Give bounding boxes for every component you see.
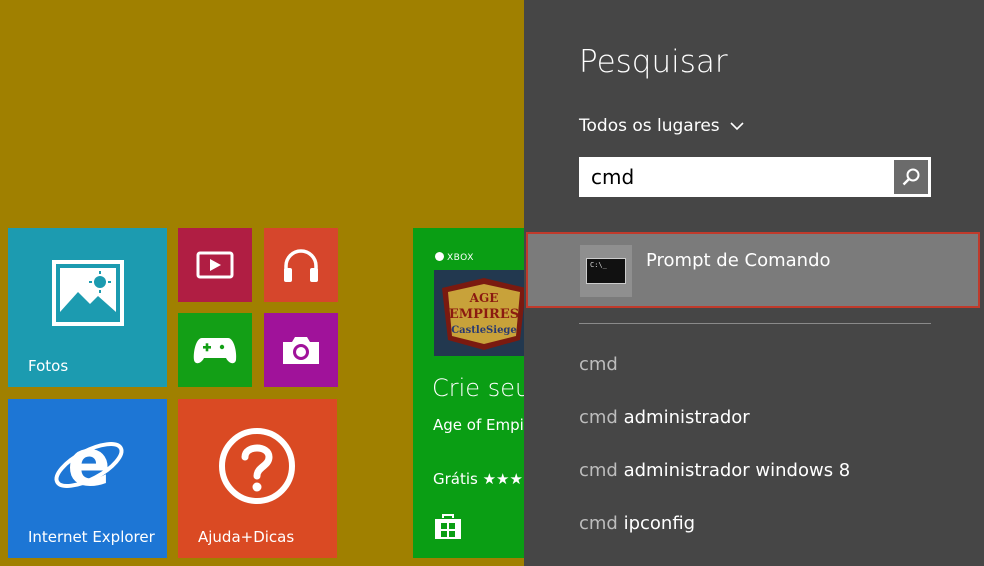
search-input[interactable] <box>579 157 891 197</box>
search-box <box>579 157 931 197</box>
svg-text:EMPIRES: EMPIRES <box>449 307 519 322</box>
tile-internet-explorer[interactable]: e Internet Explorer <box>8 399 167 558</box>
tile-ie-label: Internet Explorer <box>28 528 155 546</box>
search-result-prompt-de-comando[interactable]: C:\_ Prompt de Comando <box>526 232 980 308</box>
search-pane: Pesquisar Todos os lugares C:\_ Prompt d… <box>524 0 984 566</box>
store-game-name: Age of Empir <box>433 416 524 434</box>
search-suggestion[interactable]: cmd ipconfig <box>579 513 695 534</box>
store-headline: Crie seu <box>432 374 524 402</box>
search-suggestion[interactable]: cmd administrador windows 8 <box>579 460 850 481</box>
search-suggestion[interactable]: cmd administrador <box>579 407 750 428</box>
store-icon <box>435 514 461 539</box>
tile-camera[interactable] <box>264 313 338 387</box>
store-price-rating: Grátis ★★★ <box>433 470 523 488</box>
search-button[interactable] <box>894 160 928 194</box>
tile-games[interactable] <box>178 313 252 387</box>
svg-text:CastleSiege: CastleSiege <box>451 325 517 336</box>
camera-icon <box>283 337 319 364</box>
tile-fotos-label: Fotos <box>28 357 69 375</box>
search-result-label: Prompt de Comando <box>646 250 831 271</box>
photos-icon <box>52 260 124 326</box>
help-icon <box>219 428 295 504</box>
xbox-brand: XBOX <box>435 252 474 263</box>
search-scope-dropdown[interactable]: Todos os lugares <box>579 116 744 136</box>
tile-fotos[interactable]: Fotos <box>8 228 167 387</box>
tile-ajuda-dicas[interactable]: Ajuda+Dicas <box>178 399 337 558</box>
chevron-down-icon <box>730 121 744 130</box>
headphones-icon <box>284 249 318 282</box>
internet-explorer-icon: e <box>54 427 124 501</box>
tile-video[interactable] <box>178 228 252 302</box>
command-prompt-icon: C:\_ <box>580 245 632 297</box>
video-icon <box>196 251 234 279</box>
age-of-empires-logo: AGE EMPIRES CastleSiege <box>434 270 524 356</box>
search-title: Pesquisar <box>579 44 728 80</box>
svg-text:AGE: AGE <box>469 291 499 305</box>
tile-store-game[interactable]: XBOX AGE EMPIRES CastleSiege Crie seu Ag… <box>413 228 524 558</box>
tile-music[interactable] <box>264 228 338 302</box>
search-icon <box>902 168 920 186</box>
terminal-window: C:\_ <box>586 258 626 284</box>
tile-help-label: Ajuda+Dicas <box>198 528 295 546</box>
xbox-icon <box>435 252 444 261</box>
svg-text:e: e <box>67 427 110 501</box>
gamepad-icon <box>193 338 237 364</box>
start-screen: Fotos e Internet Explorer Ajuda+Dicas XB… <box>0 0 524 566</box>
game-artwork: AGE EMPIRES CastleSiege <box>434 270 524 356</box>
search-scope-label: Todos os lugares <box>579 116 720 136</box>
search-suggestion[interactable]: cmd <box>579 354 618 375</box>
results-divider <box>579 323 931 324</box>
